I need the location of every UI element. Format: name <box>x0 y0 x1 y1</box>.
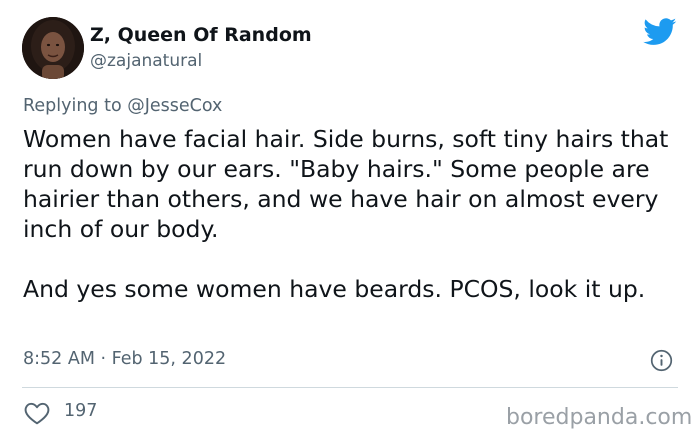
tweet-timestamp[interactable]: 8:52 AM · Feb 15, 2022 <box>23 349 226 369</box>
twitter-bird-icon <box>643 18 677 45</box>
tweet-paragraph-1: Women have facial hair. Side burns, soft… <box>23 125 669 243</box>
replying-to-prefix: Replying to <box>23 96 128 116</box>
watermark: boredpanda.com <box>506 405 693 430</box>
replying-to: Replying to @JesseCox <box>23 96 222 116</box>
heart-icon[interactable] <box>24 401 50 425</box>
info-icon[interactable] <box>650 349 673 372</box>
avatar[interactable] <box>22 17 84 79</box>
author-handle[interactable]: @zajanatural <box>90 51 202 71</box>
tweet-paragraph-2: And yes some women have beards. PCOS, lo… <box>23 275 646 303</box>
author-name[interactable]: Z, Queen Of Random <box>90 24 312 46</box>
like-count: 197 <box>64 401 98 421</box>
tweet-text: Women have facial hair. Side burns, soft… <box>23 124 683 304</box>
reply-mention-link[interactable]: @JesseCox <box>127 96 222 116</box>
divider <box>22 387 678 388</box>
